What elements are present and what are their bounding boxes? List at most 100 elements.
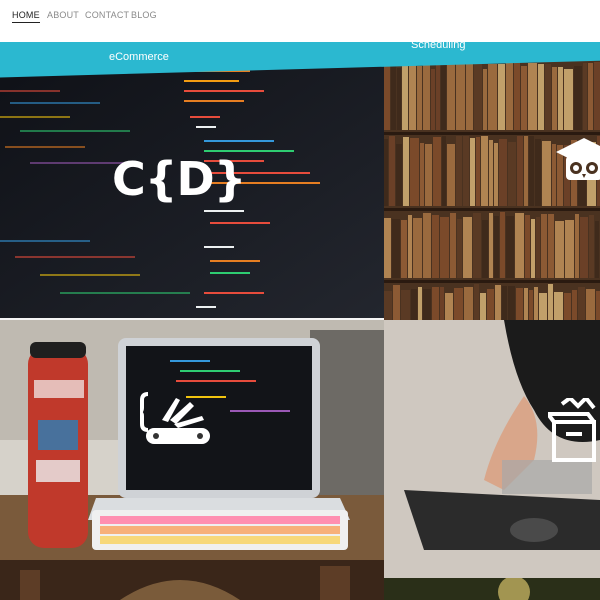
book-spine <box>431 69 435 130</box>
book-spine <box>476 137 480 206</box>
book-spine <box>517 136 523 206</box>
book-spine <box>538 64 544 130</box>
book-spine <box>464 287 473 320</box>
page: HOME ABOUT CONTACT BLOG eCommerce Schedu… <box>0 0 600 600</box>
book-spine <box>423 64 430 130</box>
book-spine <box>529 136 534 206</box>
book-spine <box>409 60 416 130</box>
book-spine <box>572 290 577 320</box>
book-spine <box>473 213 481 278</box>
book-spine <box>508 286 515 320</box>
book-spine <box>506 216 514 278</box>
book-spine <box>494 143 498 206</box>
tile-tree-partial[interactable] <box>384 578 600 600</box>
book-spine <box>588 63 593 130</box>
book-spine <box>389 136 395 206</box>
book-spine <box>402 62 408 130</box>
nav-contact[interactable]: CONTACT <box>85 10 129 20</box>
book-spine <box>545 64 551 130</box>
book-spine <box>489 140 493 206</box>
book-spine <box>586 289 595 320</box>
book-spine <box>384 218 391 278</box>
book-spine <box>432 287 439 320</box>
book-spine <box>436 64 440 130</box>
book-spine <box>463 217 472 278</box>
book-spine <box>516 288 523 320</box>
book-spine <box>487 289 494 320</box>
book-spine <box>447 144 455 206</box>
book-spine <box>499 139 507 206</box>
book-spine <box>524 136 528 206</box>
tile-library-partial[interactable] <box>0 560 384 600</box>
book-spine <box>539 293 547 320</box>
book-spine <box>531 219 535 278</box>
code-brackets-logo-icon: C{D} <box>112 152 246 206</box>
book-spine <box>528 63 537 130</box>
tile-shipping-box[interactable] <box>384 320 600 578</box>
book-spine <box>420 143 424 206</box>
book-spine <box>401 220 407 278</box>
book-spine <box>408 215 412 278</box>
book-spine <box>445 293 453 320</box>
book-spine <box>397 68 401 130</box>
book-spine <box>589 215 594 278</box>
book-spine <box>564 293 571 320</box>
book-spine <box>498 64 505 130</box>
book-spine <box>542 141 551 206</box>
book-spine <box>393 285 400 320</box>
book-spine <box>403 137 409 206</box>
book-spine <box>596 291 600 320</box>
book-spine <box>432 215 439 278</box>
book-spine <box>440 217 449 278</box>
tile-scheduling-books[interactable] <box>384 58 600 320</box>
book-spine <box>555 221 564 278</box>
book-spine <box>495 285 501 320</box>
book-spine <box>413 218 422 278</box>
book-spine <box>425 144 432 206</box>
library-background <box>0 560 384 600</box>
nav-about[interactable]: ABOUT <box>47 10 79 20</box>
book-spine <box>515 213 524 278</box>
book-spine <box>447 62 455 130</box>
book-spine <box>529 290 533 320</box>
book-spine <box>441 64 446 130</box>
tile-developer-tools-laptop[interactable] <box>0 320 384 560</box>
book-spine <box>456 136 462 206</box>
book-spine <box>474 284 479 320</box>
book-spine <box>417 66 422 130</box>
book-spine <box>411 289 417 320</box>
book-spine <box>391 64 396 130</box>
book-spine <box>423 289 431 320</box>
book-spine <box>396 144 402 206</box>
top-nav: HOME ABOUT CONTACT BLOG <box>0 0 600 42</box>
book-spine <box>454 288 463 320</box>
book-spine <box>564 69 573 130</box>
book-spine <box>384 139 388 206</box>
category-label-ecommerce[interactable]: eCommerce <box>109 51 169 63</box>
book-spine <box>410 138 419 206</box>
book-spine <box>384 291 392 320</box>
nav-blog[interactable]: BLOG <box>131 10 157 20</box>
book-spine <box>541 214 547 278</box>
book-spine <box>594 62 600 130</box>
book-spine <box>384 65 390 130</box>
book-spine <box>423 213 431 278</box>
book-spine <box>401 290 410 320</box>
book-spine <box>552 67 557 130</box>
book-spine <box>548 214 554 278</box>
nav-home[interactable]: HOME <box>12 10 40 23</box>
book-spine <box>480 293 486 320</box>
tile-ecommerce-code[interactable]: C{D} <box>0 60 384 318</box>
book-spine <box>535 139 541 206</box>
book-spine <box>482 220 488 278</box>
book-spine <box>554 292 563 320</box>
book-spine <box>578 287 585 320</box>
book-spine <box>481 136 488 206</box>
book-spine <box>583 63 587 130</box>
book-spine <box>521 66 527 130</box>
book-spine <box>442 136 446 206</box>
book-spine <box>575 214 579 278</box>
book-spine <box>466 63 473 130</box>
book-spine <box>433 137 441 206</box>
book-spine <box>440 287 444 320</box>
